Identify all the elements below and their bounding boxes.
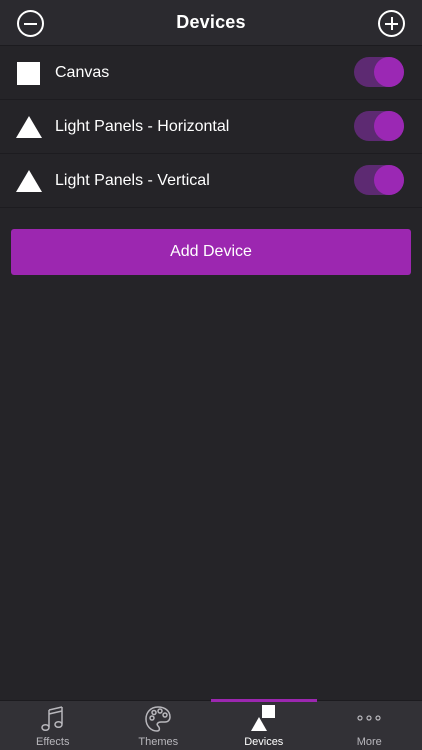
tab-more[interactable]: More [317, 701, 422, 750]
more-dots-icon [357, 715, 381, 721]
device-row-light-panels-vertical[interactable]: Light Panels - Vertical [0, 154, 422, 208]
palette-icon [145, 706, 172, 732]
tab-label: Effects [36, 736, 70, 748]
devices-icon [250, 705, 275, 731]
device-toggle-light-panels-vertical[interactable] [354, 165, 404, 195]
add-device-button[interactable]: Add Device [11, 229, 411, 275]
tab-label: Devices [244, 736, 284, 748]
tab-label: Themes [138, 736, 179, 748]
nav-header: Devices [0, 0, 422, 46]
tab-bar: Effects Themes Devices More [0, 699, 422, 750]
device-label: Light Panels - Horizontal [55, 117, 230, 135]
tab-themes[interactable]: Themes [106, 701, 212, 750]
tab-effects[interactable]: Effects [0, 701, 106, 750]
device-toggle-canvas[interactable] [354, 57, 404, 87]
device-toggle-light-panels-horizontal[interactable] [354, 111, 404, 141]
device-row-canvas[interactable]: Canvas [0, 46, 422, 100]
plus-icon-v [390, 17, 393, 30]
music-note-icon [41, 706, 63, 732]
device-list: Canvas Light Panels - Horizontal Light P… [0, 46, 422, 208]
device-label: Light Panels - Vertical [55, 171, 210, 189]
square-icon [16, 61, 41, 85]
tab-devices[interactable]: Devices [211, 699, 317, 750]
page-title: Devices [176, 12, 246, 32]
remove-device-button[interactable] [17, 10, 44, 37]
minus-icon [24, 22, 37, 25]
tab-label: More [356, 736, 382, 748]
triangle-icon [16, 115, 42, 139]
device-label: Canvas [55, 63, 110, 81]
triangle-icon [16, 169, 42, 193]
active-tab-indicator [211, 699, 317, 702]
device-row-light-panels-horizontal[interactable]: Light Panels - Horizontal [0, 100, 422, 154]
add-device-icon-button[interactable] [378, 10, 405, 37]
